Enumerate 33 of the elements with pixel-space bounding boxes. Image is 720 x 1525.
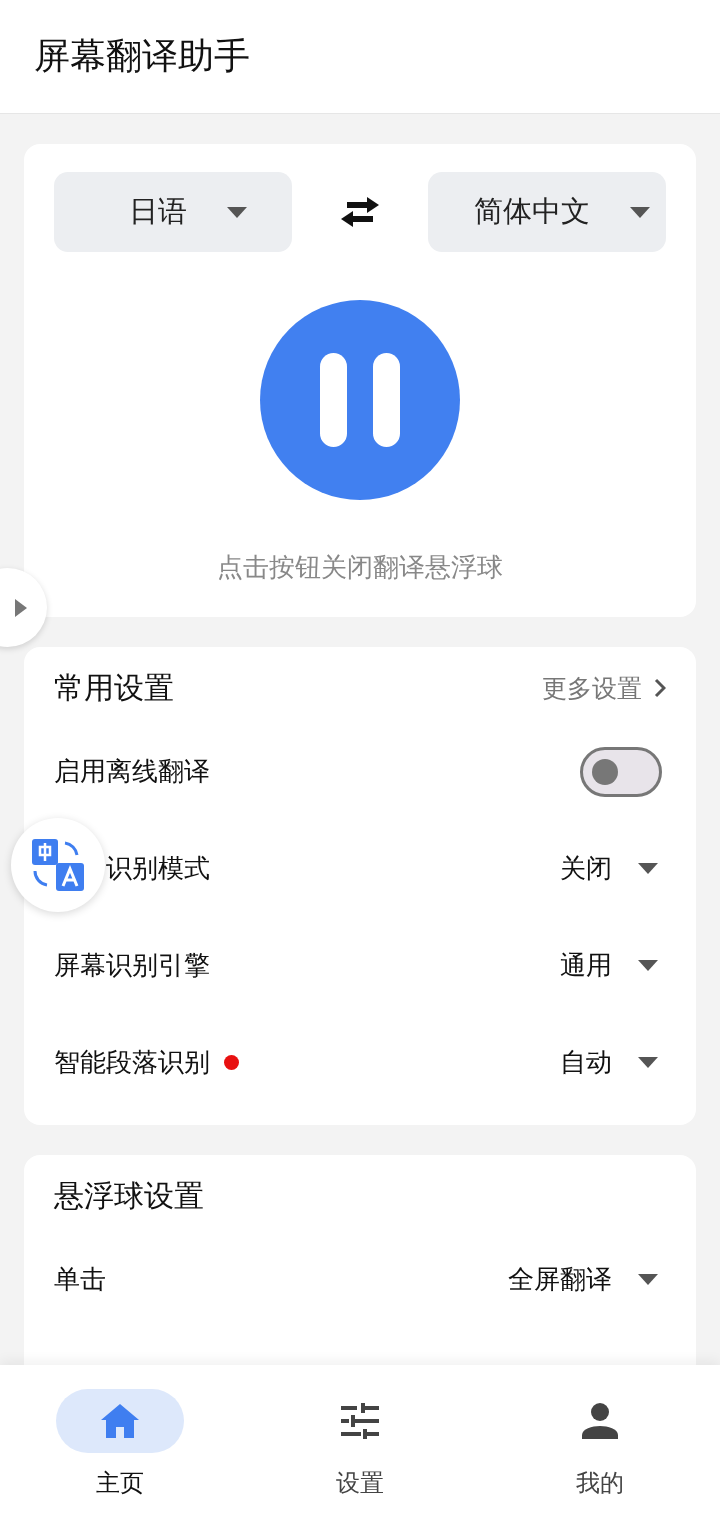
sliders-icon xyxy=(341,1403,379,1439)
setting-label: 单击 xyxy=(54,1263,106,1296)
setting-label: 启用离线翻译 xyxy=(54,755,210,788)
caret-icon xyxy=(227,206,247,218)
play-icon xyxy=(15,598,27,617)
hint-text: 点击按钮关闭翻译悬浮球 xyxy=(216,551,504,584)
setting-label: 识别模式 xyxy=(106,852,210,885)
home-icon xyxy=(101,1404,139,1438)
dropdown[interactable]: 全屏翻译 xyxy=(508,1262,666,1297)
setting-label: 智能段落识别 xyxy=(54,1046,210,1079)
nav-tab[interactable]: 主页 xyxy=(30,1389,210,1525)
dropdown[interactable]: 关闭 xyxy=(560,851,666,886)
dropdown[interactable]: 通用 xyxy=(560,948,666,983)
caret-icon xyxy=(630,206,650,218)
app-title: 屏幕翻译助手 xyxy=(34,34,250,78)
nav-tab[interactable]: 我的 xyxy=(510,1389,690,1525)
caret-icon xyxy=(638,960,658,971)
section-title: 悬浮球设置 xyxy=(54,1176,204,1215)
caret-icon xyxy=(638,863,658,874)
caret-icon xyxy=(638,1274,658,1285)
caret-icon xyxy=(638,1057,658,1068)
dropdown[interactable]: 自动 xyxy=(560,1045,666,1080)
chevron-icon xyxy=(654,678,666,698)
person-icon xyxy=(582,1403,618,1439)
target-language-select[interactable]: 简体中文 xyxy=(428,172,666,252)
nav-tab[interactable]: 设置 xyxy=(270,1389,450,1525)
toggle-switch[interactable] xyxy=(580,746,662,797)
setting-label: 屏幕识别引擎 xyxy=(54,949,210,982)
source-language-select[interactable]: 日语 xyxy=(54,172,292,252)
swap-icon[interactable] xyxy=(341,197,379,227)
more-settings-link[interactable]: 更多设置 xyxy=(542,671,666,705)
section-title: 常用设置 xyxy=(54,668,174,707)
translate-icon xyxy=(32,839,84,891)
